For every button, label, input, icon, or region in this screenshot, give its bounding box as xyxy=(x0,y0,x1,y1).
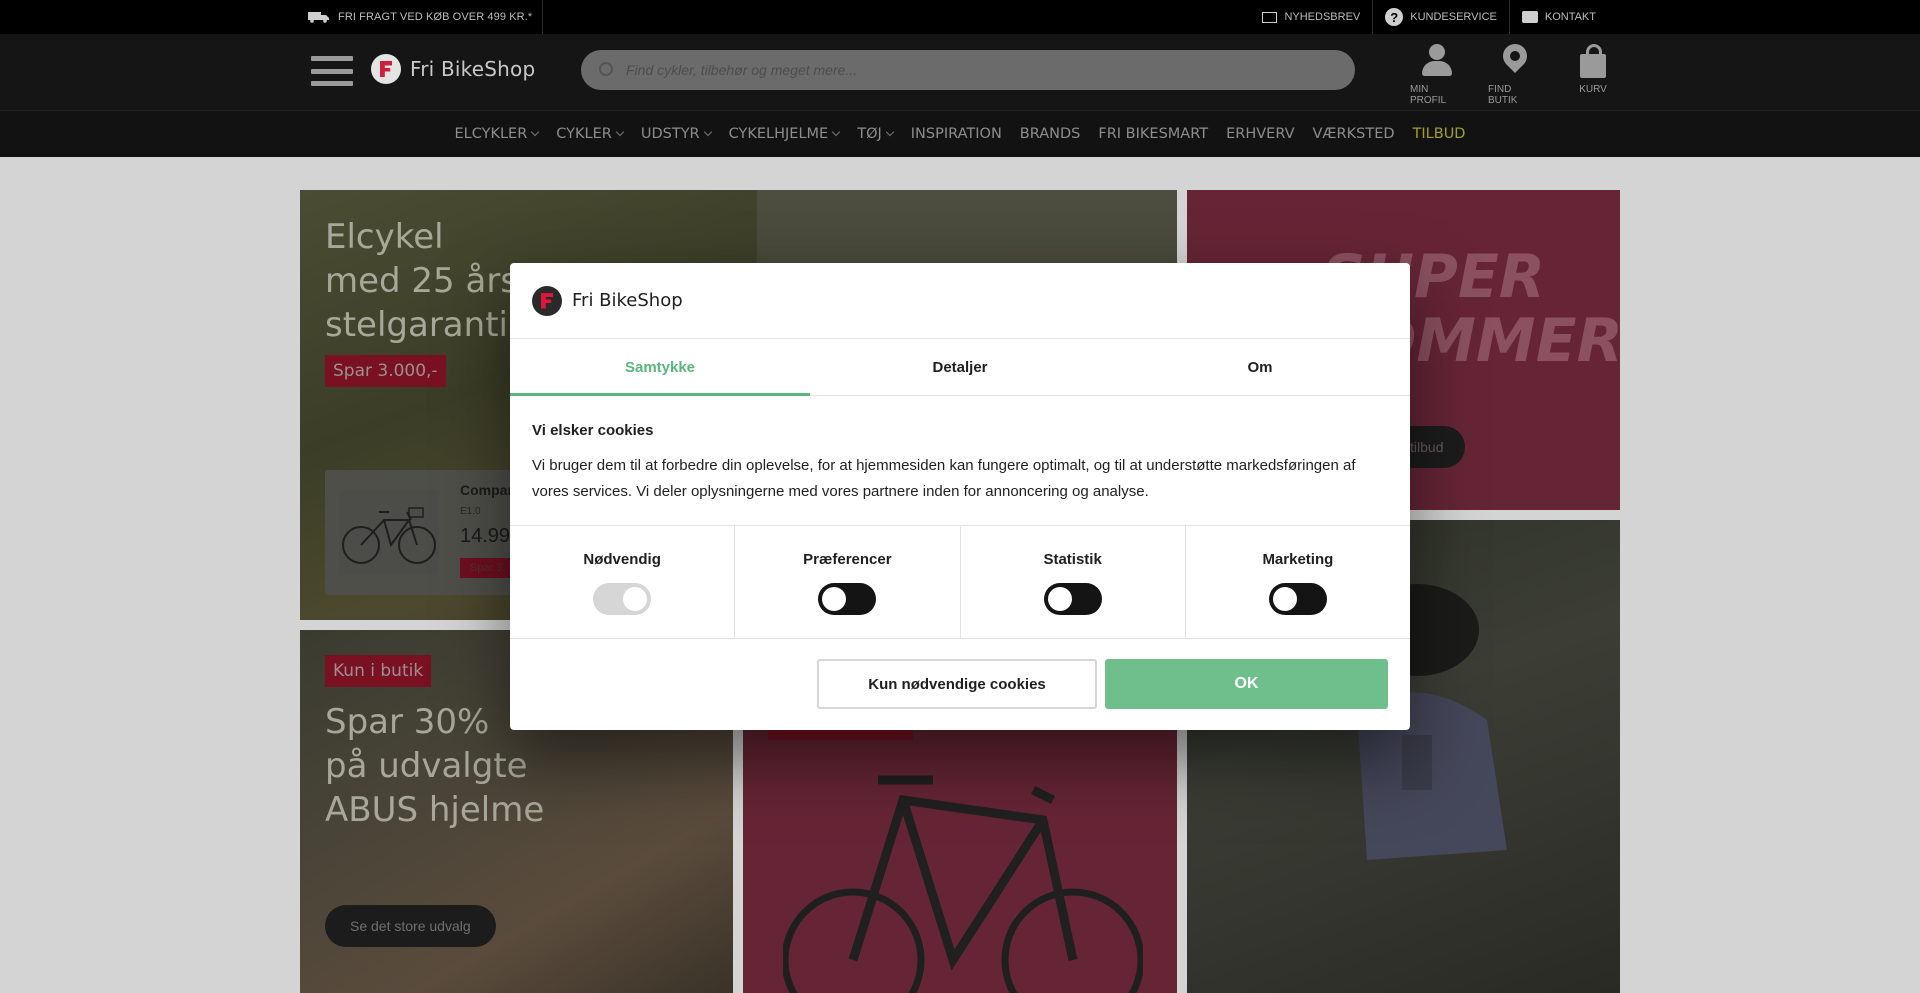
category-label: Statistik xyxy=(1043,551,1102,568)
category-preferences: Præferencer xyxy=(734,526,959,638)
ok-button[interactable]: OK xyxy=(1105,659,1388,709)
dialog-brand: Fri BikeShop xyxy=(572,290,683,311)
category-necessary: Nødvendig xyxy=(510,526,734,638)
category-label: Marketing xyxy=(1262,551,1334,568)
dialog-header: Fri BikeShop xyxy=(510,263,1410,339)
statistics-toggle[interactable] xyxy=(1043,583,1102,615)
dialog-tabs: Samtykke Detaljer Om xyxy=(510,339,1410,396)
necessary-toggle xyxy=(593,583,652,615)
necessary-only-button[interactable]: Kun nødvendige cookies xyxy=(817,659,1097,709)
tab-samtykke[interactable]: Samtykke xyxy=(510,339,810,396)
category-label: Præferencer xyxy=(803,551,892,568)
tab-om[interactable]: Om xyxy=(1110,339,1410,395)
dialog-title: Vi elsker cookies xyxy=(532,422,654,439)
brand-logo-icon xyxy=(532,285,562,316)
dialog-footer: Kun nødvendige cookies OK xyxy=(510,639,1410,729)
dialog-body: Vi elsker cookies Vi bruger dem til at f… xyxy=(510,396,1410,526)
dialog-text: Vi bruger dem til at forbedre din opleve… xyxy=(532,457,1356,500)
category-statistics: Statistik xyxy=(959,526,1185,638)
preferences-toggle[interactable] xyxy=(818,583,877,615)
category-label: Nødvendig xyxy=(583,551,661,568)
cookie-consent-dialog: Fri BikeShop Samtykke Detaljer Om Vi els… xyxy=(510,263,1410,730)
category-marketing: Marketing xyxy=(1184,526,1410,638)
cookie-categories: Nødvendig Præferencer Statistik Marketin… xyxy=(510,526,1410,639)
tab-detaljer[interactable]: Detaljer xyxy=(810,339,1110,395)
marketing-toggle[interactable] xyxy=(1268,583,1327,615)
